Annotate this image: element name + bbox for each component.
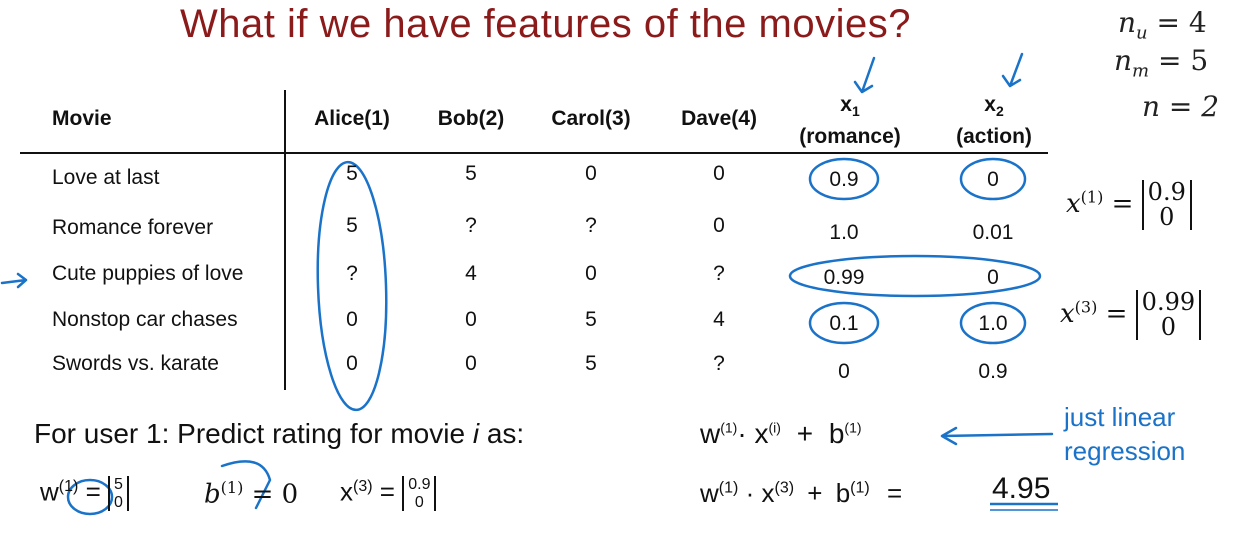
- rating-cell: ?: [713, 352, 725, 375]
- feature-x2-cell: 0: [987, 266, 999, 289]
- example-b: b(1) = 0: [204, 478, 299, 510]
- rating-cell: 0: [346, 308, 358, 331]
- movie-title: Cute puppies of love: [52, 262, 244, 285]
- feature-x1-cell: 0.9: [829, 168, 859, 191]
- movie-title: Swords vs. karate: [52, 352, 219, 375]
- feature-x2-cell: 0.9: [978, 360, 1008, 383]
- rating-cell: 5: [346, 214, 358, 237]
- arrow-down-icon: [1001, 52, 1024, 88]
- example-w: w(1) = 50: [40, 476, 129, 512]
- feature-x2-cell: 0: [987, 168, 999, 191]
- feature-x2-cell: 0.01: [972, 221, 1014, 244]
- rating-cell: 5: [585, 352, 597, 375]
- feature-x1-cell: 0.1: [829, 312, 859, 335]
- rating-cell: ?: [585, 214, 597, 237]
- arrow-right-icon: [0, 272, 28, 289]
- note-linear-regression: just linear regression: [1064, 402, 1186, 466]
- feature-x1-cell: 1.0: [829, 221, 859, 244]
- example-x3: x(3) = 0.9 0: [340, 476, 437, 512]
- rating-cell: 5: [346, 162, 358, 185]
- rating-cell: 5: [585, 308, 597, 331]
- rating-cell: ?: [713, 262, 725, 285]
- rating-cell: 4: [465, 262, 477, 285]
- rating-cell: 0: [713, 214, 725, 237]
- vector-x1: x(1) = 0.9 0: [1066, 179, 1192, 231]
- vector-x3: x(3) = 0.99 0: [1060, 289, 1202, 341]
- rating-cell: 0: [346, 352, 358, 375]
- prediction-result: 4.95: [992, 472, 1051, 505]
- feature-x2-cell: 1.0: [978, 312, 1008, 335]
- arrow-down-icon: [853, 56, 876, 94]
- rating-cell: ?: [346, 262, 358, 285]
- movie-title: Nonstop car chases: [52, 308, 238, 331]
- prediction-formula: w(1)· x(i) + b(1): [700, 418, 862, 449]
- rating-cell: 0: [585, 262, 597, 285]
- rating-cell: 0: [465, 352, 477, 375]
- prediction-statement: For user 1: Predict rating for movie i a…: [34, 418, 525, 449]
- movie-title: Romance forever: [52, 216, 214, 239]
- rating-cell: 5: [465, 162, 477, 185]
- rating-cell: 0: [465, 308, 477, 331]
- example-calculation: w(1) · x(3) + b(1) =: [700, 478, 903, 508]
- feature-x1-cell: 0: [838, 360, 850, 383]
- rating-cell: 0: [585, 162, 597, 185]
- arrow-left-icon: [940, 426, 1054, 446]
- rating-cell: ?: [465, 214, 477, 237]
- feature-x1-cell: 0.99: [823, 266, 865, 289]
- rating-cell: 0: [713, 162, 725, 185]
- movie-title: Love at last: [52, 166, 160, 189]
- rating-cell: 4: [713, 308, 725, 331]
